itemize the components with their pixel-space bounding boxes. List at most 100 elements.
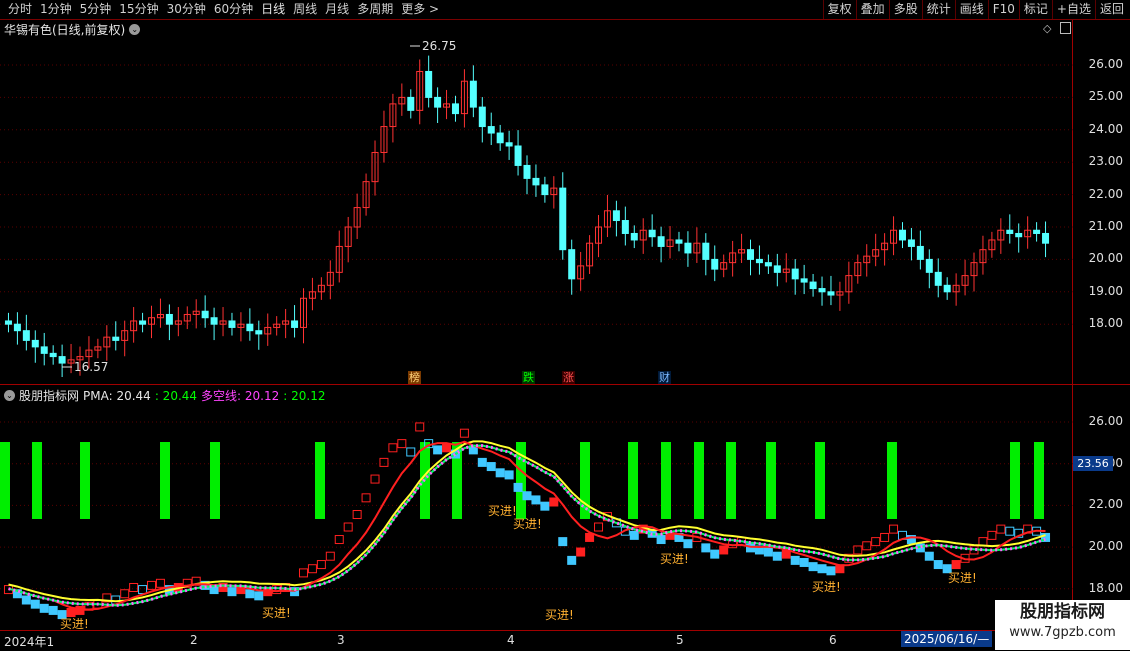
indicator-block — [129, 582, 139, 592]
candle-body — [916, 245, 924, 260]
action-button-0[interactable]: 复权 — [822, 0, 856, 19]
indicator-block — [746, 543, 756, 553]
indicator-block — [343, 522, 353, 532]
indicator-block — [585, 532, 595, 542]
candle-body — [702, 242, 710, 260]
candle-body — [684, 242, 692, 254]
date-label: 4 — [507, 633, 515, 647]
y-tick-label: 20.00 — [1088, 251, 1123, 266]
indicator-block — [790, 555, 800, 565]
price-axis: 26.00 25.00 24.00 23.00 22.00 21.00 20.00 19.00… — [1072, 20, 1130, 384]
tag-cai[interactable]: 财 — [658, 371, 671, 384]
candle-body — [31, 339, 39, 348]
indicator-block — [567, 555, 577, 565]
candle-body — [1015, 232, 1023, 238]
tab-period-9[interactable]: 多周期 — [353, 0, 397, 19]
candle-body — [675, 239, 683, 244]
indicator-block — [459, 428, 469, 438]
buy-signal-label: 买进! — [812, 580, 841, 594]
action-button-7[interactable]: +自选 — [1051, 0, 1095, 19]
y-tick-label: 19.00 — [1088, 283, 1123, 298]
tab-period-3[interactable]: 15分钟 — [115, 0, 162, 19]
indicator-block — [549, 497, 559, 507]
tab-period-1[interactable]: 1分钟 — [36, 0, 76, 19]
signal-bar — [160, 442, 170, 519]
indicator-block — [227, 587, 237, 597]
tag-die[interactable]: 跌 — [522, 371, 535, 384]
candle-body — [747, 249, 755, 260]
signal-bar — [694, 442, 704, 519]
indicator-block — [826, 566, 836, 576]
indicator-block — [245, 589, 255, 599]
candle-body — [934, 271, 942, 286]
candle-body — [291, 320, 299, 328]
candle-body — [255, 330, 263, 335]
indicator-block — [254, 591, 264, 601]
indicator-block — [772, 551, 782, 561]
candle-body — [451, 103, 459, 115]
candle-body — [425, 70, 433, 98]
tab-period-0[interactable]: 分时 — [4, 0, 36, 19]
candle-body — [246, 323, 254, 332]
indicator-block — [379, 457, 389, 467]
action-button-2[interactable]: 多股 — [888, 0, 922, 19]
indicator-block — [576, 547, 586, 557]
indicator-block — [951, 560, 961, 570]
tab-period-5[interactable]: 60分钟 — [210, 0, 257, 19]
indicator-chart[interactable]: 买进!买进!买进!买进!买进!买进!买进!买进! — [0, 385, 1073, 630]
tab-period-6[interactable]: 日线 — [257, 0, 289, 19]
action-button-1[interactable]: 叠加 — [855, 0, 889, 19]
candlestick-chart[interactable]: 26.75 16.57 — [0, 20, 1073, 384]
indicator-block — [558, 537, 568, 547]
indicator-block — [629, 530, 639, 540]
signal-bar — [32, 442, 42, 519]
indicator-block — [763, 547, 773, 557]
y-tick-label: 26.00 — [1088, 57, 1123, 71]
signal-bar — [210, 442, 220, 519]
action-button-3[interactable]: 统计 — [921, 0, 955, 19]
buy-signal-label: 买进! — [60, 617, 89, 630]
period-tabs: 分时 1分钟 5分钟 15分钟 30分钟 60分钟 日线 周线 月线 多周期 更多 > — [4, 0, 443, 19]
signal-bar — [0, 442, 10, 519]
candle-body — [165, 313, 173, 325]
candle-body — [898, 229, 906, 241]
action-button-5[interactable]: F10 — [987, 0, 1019, 19]
indicator-block — [361, 493, 371, 503]
indicator-block — [862, 541, 872, 551]
candle-body — [201, 310, 209, 319]
y-tick-label: 18.00 — [1088, 316, 1123, 331]
indicator-block — [540, 501, 550, 511]
watermark-title: 股朋指标网 — [1020, 602, 1105, 622]
candle-body — [925, 258, 933, 273]
tab-period-7[interactable]: 周线 — [289, 0, 321, 19]
tab-period-10[interactable]: 更多 > — [397, 0, 443, 19]
candle-body — [514, 145, 522, 166]
candle-body — [657, 236, 665, 247]
tag-bang[interactable]: 榜 — [408, 371, 421, 384]
buy-signal-label: 买进! — [262, 606, 291, 620]
watermark-url: www.7gpzb.com — [1009, 625, 1116, 640]
candle-body — [58, 356, 66, 364]
candle-body — [496, 132, 504, 144]
candle-body — [648, 229, 656, 238]
indicator-block — [710, 549, 720, 559]
tab-period-8[interactable]: 月线 — [321, 0, 353, 19]
date-label: 2024年1 — [4, 635, 55, 649]
indicator-block — [683, 539, 693, 549]
indicator-block — [808, 562, 818, 572]
candle-body — [523, 164, 531, 179]
candle-body — [907, 239, 915, 247]
tag-zhang[interactable]: 涨 — [562, 371, 575, 384]
candle-body — [4, 320, 12, 325]
action-button-8[interactable]: 返回 — [1094, 0, 1128, 19]
tab-period-4[interactable]: 30分钟 — [163, 0, 210, 19]
action-button-4[interactable]: 画线 — [954, 0, 988, 19]
y-tick-label: 20.00 — [1088, 539, 1123, 554]
candle-body — [1042, 232, 1050, 244]
candle-body — [764, 262, 772, 267]
indicator-block — [30, 599, 40, 609]
action-button-6[interactable]: 标记 — [1018, 0, 1052, 19]
tab-period-2[interactable]: 5分钟 — [76, 0, 116, 19]
candle-body — [827, 291, 835, 296]
indicator-block — [370, 474, 380, 484]
